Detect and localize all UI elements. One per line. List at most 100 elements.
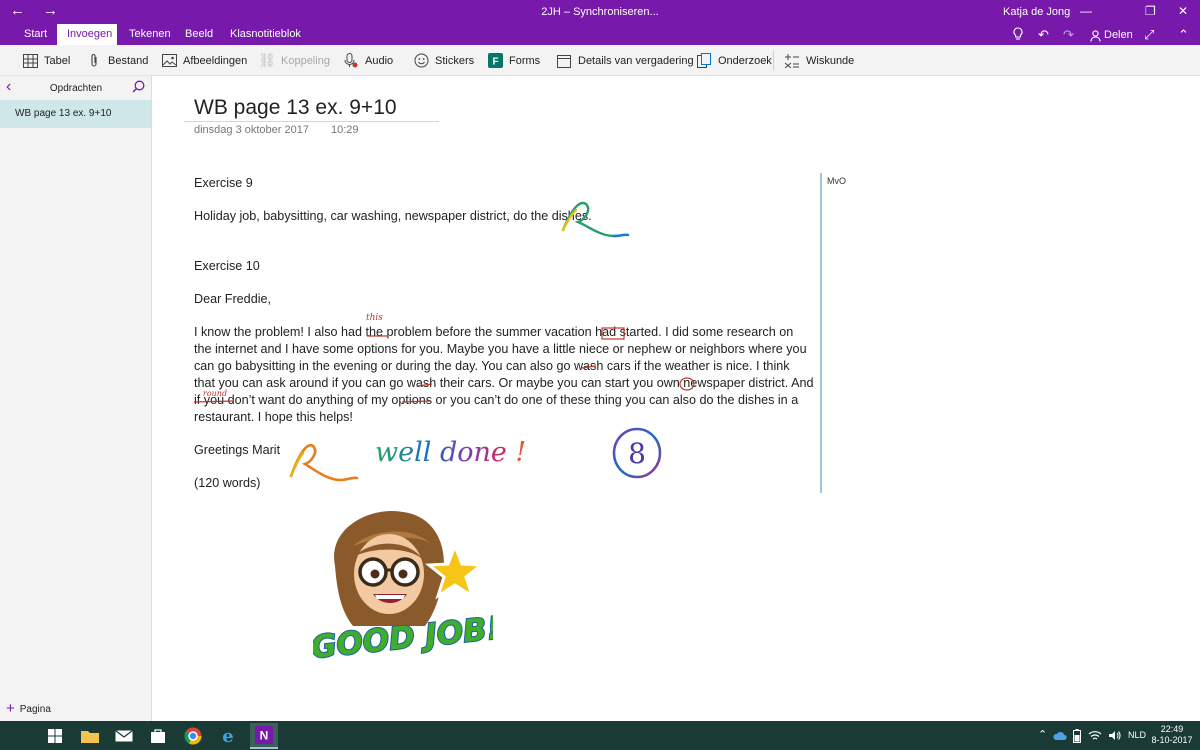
meeting-details-button[interactable]: Details van vergadering bbox=[556, 45, 694, 76]
search-icon[interactable] bbox=[132, 80, 145, 98]
ribbon-commands: Tabel Bestand Afbeeldingen ⛓ Koppeling A… bbox=[0, 45, 1200, 76]
pictures-label: Afbeeldingen bbox=[183, 54, 248, 67]
onenote-taskbar-icon[interactable]: N bbox=[250, 723, 278, 749]
section-name: Opdrachten bbox=[49, 83, 103, 94]
volume-icon[interactable] bbox=[1108, 721, 1121, 750]
share-button[interactable]: Delen bbox=[1090, 28, 1133, 43]
microphone-icon bbox=[343, 53, 359, 69]
table-button[interactable]: Tabel bbox=[22, 45, 70, 76]
add-page-button[interactable]: + Pagina bbox=[6, 700, 51, 717]
user-name[interactable]: Katja de Jong bbox=[1003, 6, 1070, 18]
close-icon[interactable]: ✕ bbox=[1178, 4, 1188, 18]
math-icon bbox=[784, 53, 800, 69]
tab-klasnotitieblok[interactable]: Klasnotitieblok bbox=[220, 24, 311, 45]
calendar-icon bbox=[556, 53, 572, 69]
file-explorer-icon[interactable] bbox=[80, 726, 100, 746]
forms-icon: F bbox=[487, 53, 503, 69]
stickers-label: Stickers bbox=[435, 54, 475, 67]
person-icon bbox=[1090, 29, 1101, 42]
collapse-ribbon-icon[interactable]: ⌃ bbox=[1178, 27, 1189, 42]
mail-icon[interactable] bbox=[114, 726, 134, 746]
store-icon[interactable] bbox=[148, 726, 168, 746]
windows-start-icon[interactable] bbox=[45, 726, 65, 746]
redo-icon[interactable]: ↷ bbox=[1063, 27, 1074, 42]
wifi-icon[interactable] bbox=[1088, 721, 1102, 750]
audio-button[interactable]: Audio bbox=[343, 45, 393, 76]
link-icon: ⛓ bbox=[258, 52, 276, 68]
chevron-up-icon[interactable]: ⌃ bbox=[1038, 721, 1047, 750]
ribbon-tabs: Start Invoegen Tekenen Beeld Klasnotitie… bbox=[0, 24, 1200, 45]
taskbar-clock[interactable]: 22:49 8-10-2017 bbox=[1150, 724, 1194, 746]
page-navigation-pane: ‹ Opdrachten WB page 13 ex. 9+10 + Pagin… bbox=[0, 76, 152, 721]
ink-box-had bbox=[601, 327, 625, 340]
forms-button[interactable]: F Forms bbox=[487, 45, 540, 76]
windows-taskbar: e N ⌃ NLD 22:49 8-10-2017 bbox=[0, 721, 1200, 750]
meeting-details-label: Details van vergadering bbox=[578, 54, 694, 67]
language-indicator[interactable]: NLD bbox=[1128, 721, 1146, 750]
paperclip-icon bbox=[86, 53, 102, 69]
link-label: Koppeling bbox=[281, 54, 330, 67]
good-job-sticker: GOOD JOB! bbox=[313, 510, 493, 666]
teacher-initials: MvO bbox=[827, 176, 846, 186]
picture-icon bbox=[161, 53, 177, 69]
share-label: Delen bbox=[1104, 29, 1133, 41]
table-label: Tabel bbox=[44, 54, 71, 67]
lightbulb-icon[interactable] bbox=[1012, 27, 1024, 44]
math-button[interactable]: Wiskunde bbox=[784, 45, 854, 76]
ink-strikethrough-the bbox=[367, 335, 387, 337]
tab-invoegen[interactable]: Invoegen bbox=[57, 24, 117, 45]
ink-strikethrough-district bbox=[193, 400, 235, 403]
tab-start[interactable]: Start bbox=[14, 24, 57, 45]
ink-strikethrough-go-2 bbox=[417, 383, 433, 387]
teacher-note-divider bbox=[820, 173, 822, 493]
svg-text:F: F bbox=[492, 57, 498, 68]
stickers-button[interactable]: Stickers bbox=[413, 45, 474, 76]
page-title[interactable]: WB page 13 ex. 9+10 bbox=[194, 96, 397, 120]
minimize-icon[interactable]: — bbox=[1080, 4, 1092, 18]
forms-label: Forms bbox=[509, 54, 541, 67]
edge-icon[interactable]: e bbox=[218, 726, 238, 746]
ink-circle-you bbox=[679, 377, 695, 391]
note-canvas[interactable]: WB page 13 ex. 9+10 dinsdag 3 oktober 20… bbox=[153, 76, 1200, 721]
ink-checkmark-2 bbox=[289, 443, 359, 482]
exercise10-heading: Exercise 10 bbox=[194, 259, 260, 273]
svg-text:8: 8 bbox=[628, 437, 646, 470]
ribbon-separator bbox=[773, 51, 774, 70]
clock-date: 8-10-2017 bbox=[1151, 735, 1193, 745]
research-label: Onderzoek bbox=[718, 54, 772, 67]
math-label: Wiskunde bbox=[806, 54, 855, 67]
clock-time: 22:49 bbox=[1160, 724, 1184, 734]
tab-tekenen[interactable]: Tekenen bbox=[119, 24, 181, 45]
expand-icon[interactable]: ⤢ bbox=[1144, 27, 1154, 42]
svg-text:well done !: well done ! bbox=[375, 437, 526, 468]
exercise9-heading: Exercise 9 bbox=[194, 176, 253, 190]
ink-strikethrough-thing bbox=[401, 400, 431, 403]
add-page-label: Pagina bbox=[19, 703, 51, 715]
research-icon bbox=[696, 53, 712, 69]
ink-correction-this: this bbox=[366, 313, 383, 323]
table-icon bbox=[22, 53, 38, 69]
battery-icon[interactable] bbox=[1073, 721, 1081, 750]
ink-grade-circle: 8 bbox=[612, 427, 662, 479]
page-list-item-selected[interactable]: WB page 13 ex. 9+10 bbox=[0, 100, 151, 128]
undo-icon[interactable]: ↶ bbox=[1038, 27, 1049, 42]
chrome-icon[interactable] bbox=[183, 726, 203, 746]
tab-beeld[interactable]: Beeld bbox=[175, 24, 223, 45]
svg-text:e: e bbox=[222, 727, 233, 745]
research-button[interactable]: Onderzoek bbox=[696, 45, 772, 76]
link-button[interactable]: ⛓ Koppeling bbox=[258, 45, 330, 76]
page-date: dinsdag 3 oktober 2017 bbox=[194, 124, 309, 136]
ink-strikethrough-go-1 bbox=[581, 365, 597, 369]
svg-text:N: N bbox=[260, 729, 269, 743]
audio-label: Audio bbox=[365, 54, 394, 67]
file-label: Bestand bbox=[108, 54, 149, 67]
title-bar: ← → 2JH – Synchroniseren... Katja de Jon… bbox=[0, 0, 1200, 24]
plus-icon: + bbox=[6, 700, 15, 717]
restore-icon[interactable]: ❐ bbox=[1145, 4, 1156, 18]
cloud-icon[interactable] bbox=[1053, 721, 1067, 750]
title-underline bbox=[184, 121, 439, 122]
pictures-button[interactable]: Afbeeldingen bbox=[161, 45, 247, 76]
letter-salutation: Dear Freddie, bbox=[194, 292, 271, 306]
ink-checkmark-1 bbox=[561, 201, 630, 238]
file-button[interactable]: Bestand bbox=[86, 45, 148, 76]
